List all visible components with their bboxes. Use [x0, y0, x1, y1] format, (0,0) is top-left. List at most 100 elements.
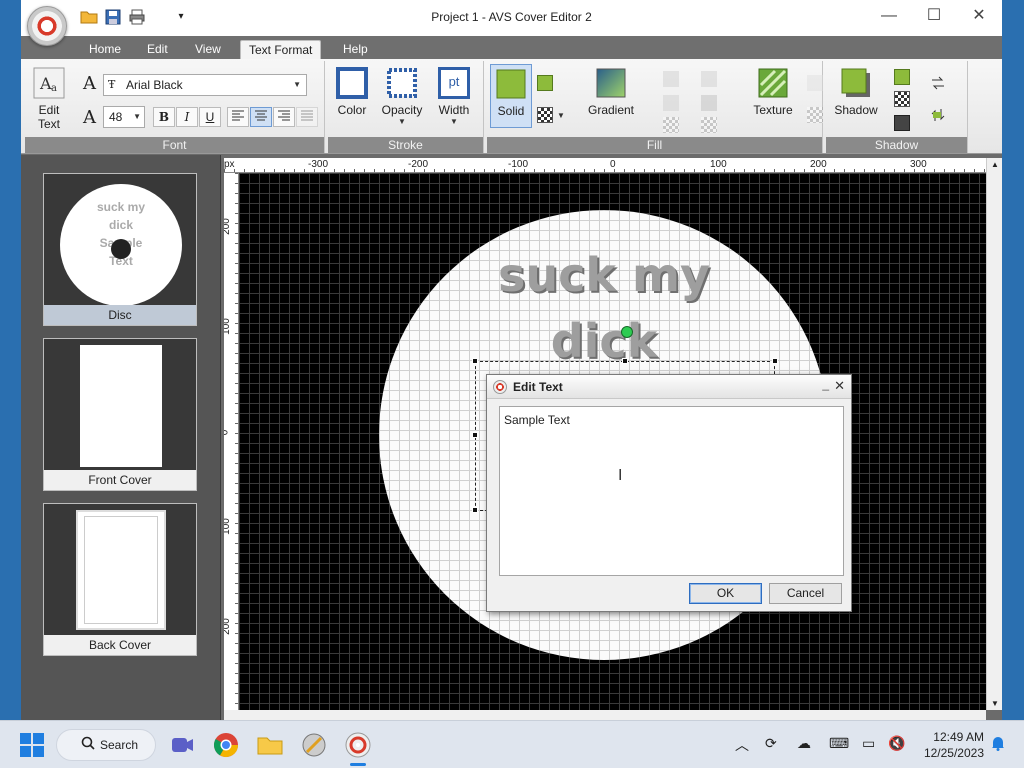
notifications-bell-icon[interactable]: [990, 735, 1006, 754]
taskbar-search[interactable]: Search: [56, 729, 156, 761]
stroke-width-button[interactable]: pt Width ▼: [434, 67, 474, 126]
edit-text-button[interactable]: Aa Edit Text: [29, 67, 69, 131]
font-group: Aa Edit Text A Ŧ Arial Black ▼ A 48 ▼ B …: [25, 61, 325, 153]
shadow-group: Shadow Shadow: [826, 61, 968, 153]
stroke-opacity-icon: [386, 67, 418, 99]
clock[interactable]: 12:49 AM 12/25/2023: [914, 729, 984, 761]
ruler-tick-label: 200: [224, 618, 232, 635]
texture-style-icon[interactable]: [807, 75, 823, 91]
clock-time: 12:49 AM: [933, 730, 984, 744]
font-size-select[interactable]: 48 ▼: [103, 106, 145, 128]
chrome-icon[interactable]: [210, 729, 242, 761]
justify-button[interactable]: [296, 107, 318, 127]
avs-cover-editor-taskbar-icon[interactable]: [342, 729, 374, 766]
meet-video-icon[interactable]: [166, 729, 198, 761]
align-center-button[interactable]: [250, 107, 272, 127]
close-button[interactable]: ✕: [956, 4, 1002, 30]
vertical-scrollbar[interactable]: ▲ ▼: [986, 158, 1002, 710]
tab-help[interactable]: Help: [335, 40, 376, 60]
windows-start-icon[interactable]: [16, 729, 48, 761]
thumbnail-label: Front Cover: [44, 470, 196, 490]
solid-fill-button[interactable]: Solid: [490, 64, 532, 128]
resize-handle[interactable]: [472, 358, 478, 364]
gradient-opacity-icon[interactable]: [663, 117, 679, 133]
stroke-color-button[interactable]: Color: [334, 67, 370, 117]
app-menu-orb-icon[interactable]: [27, 6, 67, 46]
fill-opacity-icon[interactable]: [537, 107, 553, 123]
front-cover-thumbnail-image: [80, 345, 162, 467]
font-family-value: Arial Black: [126, 78, 183, 92]
volume-muted-icon[interactable]: 🔇: [888, 735, 905, 752]
thumb-text-line: dick: [108, 218, 133, 232]
gradient-fill-button[interactable]: Gradient: [583, 67, 639, 117]
show-hidden-icons-icon[interactable]: ︿: [735, 735, 749, 755]
gradient-style-2-icon[interactable]: [663, 95, 679, 111]
align-right-button[interactable]: [273, 107, 295, 127]
dialog-minimize-icon[interactable]: _: [822, 377, 829, 391]
fill-color-icon[interactable]: [537, 75, 553, 91]
sync-icon[interactable]: ⟳: [765, 735, 777, 752]
texture-opacity-icon[interactable]: [807, 107, 823, 123]
shadow-color-icon[interactable]: [894, 69, 910, 85]
network-icon[interactable]: ▭: [862, 735, 875, 752]
edit-text-textarea[interactable]: Sample Text: [499, 406, 844, 576]
ok-button[interactable]: OK: [689, 583, 762, 604]
ruler-tick-label: 0: [610, 159, 616, 170]
keyboard-icon[interactable]: ⌨: [829, 735, 849, 752]
shadow-offset-y-icon[interactable]: [930, 107, 946, 123]
chevron-down-icon[interactable]: ▼: [557, 111, 565, 120]
tab-edit[interactable]: Edit: [139, 40, 176, 60]
solid-fill-icon: [495, 68, 527, 100]
ruler-tick-label: 0: [224, 430, 230, 436]
align-right-icon: [278, 110, 290, 121]
horizontal-scrollbar[interactable]: [224, 710, 986, 720]
thumbnail-back-cover[interactable]: Back Cover: [43, 503, 197, 656]
italic-button[interactable]: I: [176, 107, 198, 127]
app-window: ▾ Project 1 - AVS Cover Editor 2 — ☐ ✕ H…: [21, 0, 1002, 720]
align-left-button[interactable]: [227, 107, 249, 127]
align-left-icon: [232, 110, 244, 121]
thumb-text-line: suck my: [96, 200, 146, 214]
dialog-title-bar[interactable]: Edit Text _ ✕: [487, 375, 851, 399]
resize-handle[interactable]: [772, 358, 778, 364]
app-tool-icon[interactable]: [298, 729, 330, 761]
stroke-opacity-button[interactable]: Opacity ▼: [378, 67, 426, 126]
maximize-button[interactable]: ☐: [911, 4, 957, 30]
resize-handle[interactable]: [622, 358, 628, 364]
resize-handle[interactable]: [472, 507, 478, 513]
thumbnail-disc[interactable]: suck my dick Sample Text Disc: [43, 173, 197, 326]
shadow-opacity-icon[interactable]: [894, 91, 910, 107]
resize-handle[interactable]: [472, 432, 478, 438]
texture-fill-button[interactable]: Texture: [749, 67, 797, 117]
disc-text-line-1[interactable]: suck my: [379, 248, 829, 302]
gradient-style-1-icon[interactable]: [663, 71, 679, 87]
font-family-select[interactable]: Ŧ Arial Black ▼: [103, 74, 307, 96]
ruler-tick-label: 200: [224, 218, 232, 235]
disc-text-line-2[interactable]: dick: [379, 314, 829, 368]
dialog-close-icon[interactable]: ✕: [834, 378, 845, 394]
thumbnail-front-cover[interactable]: Front Cover: [43, 338, 197, 491]
rotate-handle[interactable]: [621, 326, 633, 338]
disc-thumbnail-image: suck my dick Sample Text: [60, 184, 182, 306]
shadow-button[interactable]: Shadow: [832, 67, 880, 117]
dialog-title: Edit Text: [513, 380, 563, 394]
shadow-group-label: Shadow: [826, 137, 967, 153]
align-center-icon: [255, 110, 267, 121]
title-bar: ▾ Project 1 - AVS Cover Editor 2 — ☐ ✕: [21, 0, 1002, 36]
onedrive-offline-icon[interactable]: ☁: [797, 735, 811, 752]
tab-home[interactable]: Home: [81, 40, 129, 60]
gradient-style-3-icon[interactable]: [701, 71, 717, 87]
gradient-opacity-2-icon[interactable]: [701, 117, 717, 133]
shadow-blur-icon[interactable]: [894, 115, 910, 131]
underline-button[interactable]: U: [199, 107, 221, 127]
minimize-button[interactable]: —: [866, 4, 912, 30]
tab-text-format[interactable]: Text Format: [240, 40, 322, 60]
scroll-up-icon[interactable]: ▲: [987, 160, 1003, 169]
bold-button[interactable]: B: [153, 107, 175, 127]
cancel-button[interactable]: Cancel: [769, 583, 842, 604]
file-explorer-icon[interactable]: [254, 729, 286, 761]
shadow-offset-x-icon[interactable]: [930, 75, 946, 91]
tab-view[interactable]: View: [187, 40, 229, 60]
gradient-style-4-icon[interactable]: [701, 95, 717, 111]
scroll-down-icon[interactable]: ▼: [987, 699, 1003, 708]
